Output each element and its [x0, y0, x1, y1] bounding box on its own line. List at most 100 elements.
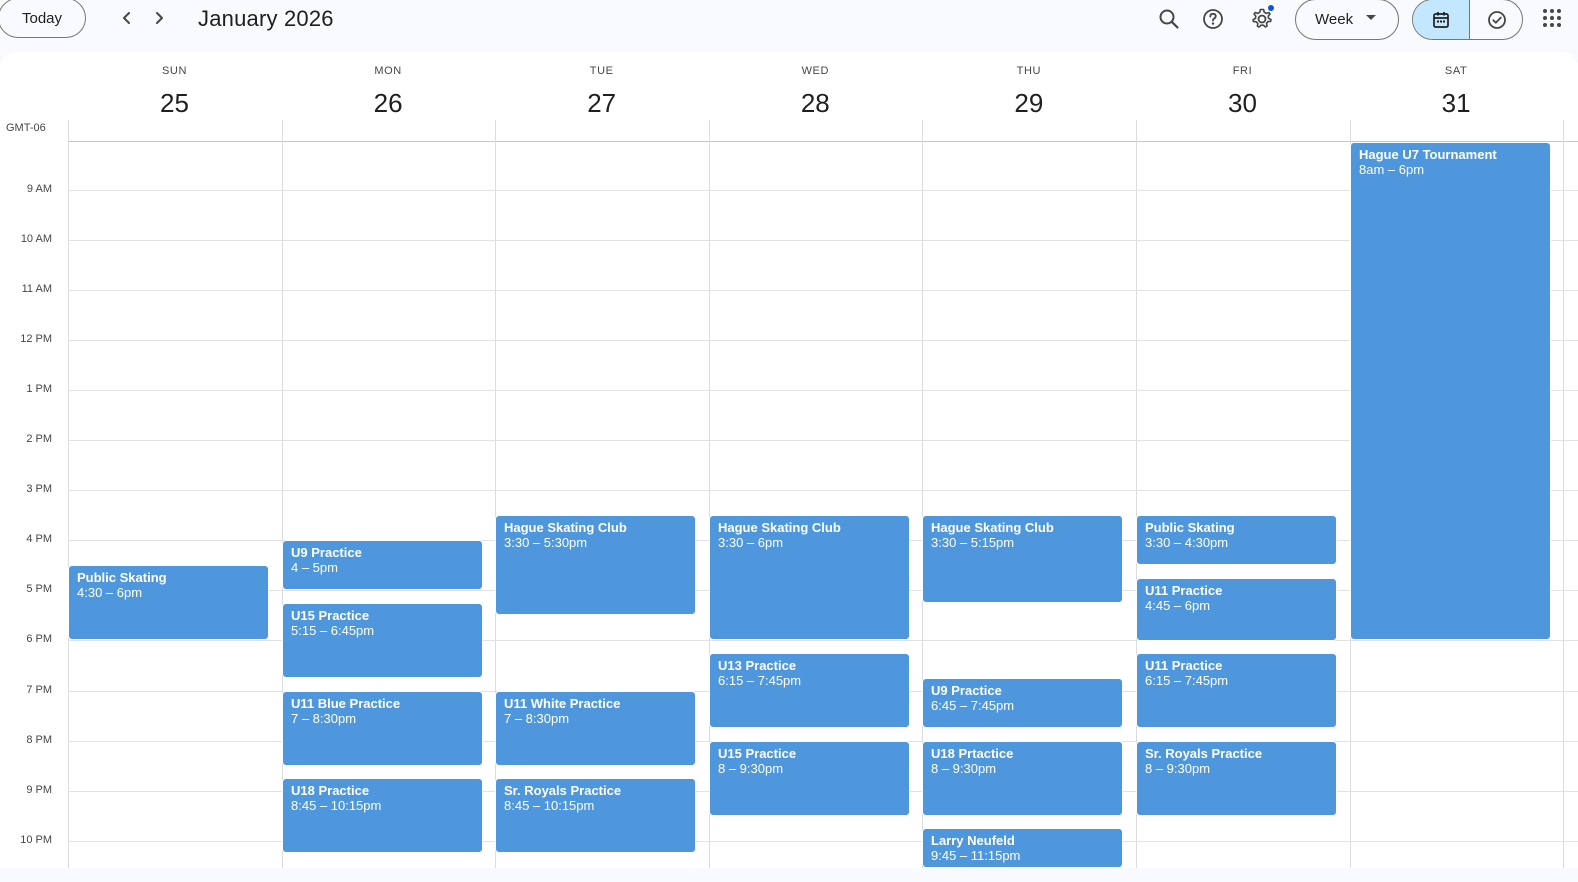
day-of-week-label: SAT: [1444, 65, 1468, 77]
day-number[interactable]: 26: [282, 88, 495, 119]
event-title: U18 Prtactice: [931, 746, 1014, 761]
event-time: 4 – 5pm: [291, 560, 338, 575]
today-button[interactable]: Today: [0, 0, 86, 38]
previous-week-button[interactable]: [113, 4, 141, 32]
day-number[interactable]: 31: [1350, 88, 1563, 119]
event-time: 8 – 9:30pm: [1145, 761, 1211, 776]
event-title: Hague Skating Club: [504, 520, 627, 535]
hour-label: 4 PM: [26, 533, 52, 545]
calendar-event[interactable]: U13 Practice 6:15 – 7:45pm: [709, 653, 910, 728]
help-button[interactable]: [1197, 3, 1229, 35]
calendar-event[interactable]: U11 Blue Practice 7 – 8:30pm: [282, 691, 483, 766]
day-number[interactable]: 25: [68, 88, 281, 119]
hour-label: 9 PM: [26, 784, 52, 796]
event-title: Public Skating: [77, 570, 167, 585]
event-title: U11 Practice: [1145, 658, 1223, 673]
day-header-fri: FRI 30: [1136, 52, 1349, 140]
event-title: Hague Skating Club: [718, 520, 841, 535]
hour-label: 11 AM: [21, 283, 52, 295]
column-divider: [1563, 120, 1564, 868]
day-number[interactable]: 30: [1136, 88, 1349, 119]
event-time: 3:30 – 5:15pm: [931, 535, 1015, 550]
calendar-event[interactable]: Hague Skating Club 3:30 – 5:30pm: [495, 515, 696, 615]
event-time: 3:30 – 5:30pm: [504, 535, 588, 550]
event-time: 8am – 6pm: [1359, 162, 1425, 177]
hour-label: 2 PM: [26, 433, 52, 445]
event-time: 3:30 – 4:30pm: [1145, 535, 1229, 550]
calendar-event[interactable]: U9 Practice 6:45 – 7:45pm: [922, 678, 1123, 728]
tasks-check-icon: [1487, 10, 1506, 29]
hour-label: 7 PM: [26, 684, 52, 696]
day-header-tue: TUE 27: [495, 52, 708, 140]
tasks-view-button[interactable]: [1470, 0, 1522, 39]
apps-grid-icon: [1543, 9, 1561, 27]
event-title: Sr. Royals Practice: [504, 783, 622, 798]
week-calendar-grid: GMT-06 SUN 25 MON 26 TUE 27 WED 28 THU 29 FRI 30 SAT…: [0, 52, 1578, 868]
day-header-sat: SAT 31: [1350, 52, 1563, 140]
hour-label: 1 PM: [26, 383, 52, 395]
event-title: U13 Practice: [718, 658, 797, 673]
calendar-view-button[interactable]: [1413, 0, 1470, 39]
settings-button[interactable]: [1246, 3, 1278, 35]
calendar-event[interactable]: U15 Practice 8 – 9:30pm: [709, 741, 910, 816]
view-select[interactable]: Week: [1295, 0, 1399, 40]
day-number[interactable]: 28: [709, 88, 922, 119]
event-title: U11 Practice: [1145, 583, 1223, 598]
calendar-event[interactable]: U9 Practice 4 – 5pm: [282, 540, 483, 590]
hour-label: 10 AM: [20, 233, 52, 245]
day-header-sun: SUN 25: [68, 52, 281, 140]
calendar-event[interactable]: Hague U7 Tournament 8am – 6pm: [1350, 142, 1551, 640]
event-time: 6:15 – 7:45pm: [1145, 673, 1229, 688]
day-number[interactable]: 29: [922, 88, 1135, 119]
caret-down-icon: [1366, 15, 1376, 20]
calendar-event[interactable]: Sr. Royals Practice 8 – 9:30pm: [1136, 741, 1337, 816]
calendar-event[interactable]: U18 Prtactice 8 – 9:30pm: [922, 741, 1123, 816]
notification-dot: [1268, 5, 1274, 11]
day-of-week-label: SUN: [161, 65, 188, 77]
event-title: Hague U7 Tournament: [1359, 147, 1497, 162]
search-icon: [1159, 9, 1179, 29]
event-time: 9:45 – 11:15pm: [931, 848, 1021, 863]
hour-label: 3 PM: [26, 483, 52, 495]
calendar-event[interactable]: U15 Practice 5:15 – 6:45pm: [282, 603, 483, 678]
calendar-icon: [1433, 11, 1449, 28]
hour-label: 10 PM: [20, 834, 52, 846]
event-time: 4:45 – 6pm: [1145, 598, 1211, 613]
calendar-event[interactable]: Larry Neufeld 9:45 – 11:15pm: [922, 828, 1123, 868]
timezone-label: GMT-06: [6, 122, 46, 134]
day-of-week-label: TUE: [589, 65, 614, 77]
hour-label: 8 PM: [26, 734, 52, 746]
calendar-event[interactable]: U11 Practice 4:45 – 6pm: [1136, 578, 1337, 641]
calendar-event[interactable]: U11 Practice 6:15 – 7:45pm: [1136, 653, 1337, 728]
next-week-button[interactable]: [145, 4, 173, 32]
help-icon: [1203, 9, 1223, 29]
day-number[interactable]: 27: [495, 88, 708, 119]
day-header-wed: WED 28: [709, 52, 922, 140]
view-select-label: Week: [1315, 11, 1354, 28]
event-title: U15 Practice: [718, 746, 797, 761]
event-title: Hague Skating Club: [931, 520, 1054, 535]
event-time: 8:45 – 10:15pm: [291, 798, 382, 813]
event-title: U9 Practice: [291, 545, 362, 560]
event-time: 5:15 – 6:45pm: [291, 623, 375, 638]
event-title: U15 Practice: [291, 608, 370, 623]
calendar-event[interactable]: Sr. Royals Practice 8:45 – 10:15pm: [495, 778, 696, 853]
calendar-event[interactable]: Public Skating 4:30 – 6pm: [68, 565, 269, 640]
calendar-event[interactable]: Hague Skating Club 3:30 – 5:15pm: [922, 515, 1123, 603]
event-title: Sr. Royals Practice: [1145, 746, 1263, 761]
hour-label: 9 AM: [26, 183, 52, 195]
calendar-event[interactable]: Hague Skating Club 3:30 – 6pm: [709, 515, 910, 640]
calendar-event[interactable]: U11 White Practice 7 – 8:30pm: [495, 691, 696, 766]
apps-button[interactable]: [1538, 4, 1566, 32]
event-time: 7 – 8:30pm: [504, 711, 570, 726]
calendar-tasks-toggle: [1412, 0, 1523, 40]
calendar-event[interactable]: U18 Practice 8:45 – 10:15pm: [282, 778, 483, 853]
event-title: Public Skating: [1145, 520, 1235, 535]
search-button[interactable]: [1153, 3, 1185, 35]
hour-label: 6 PM: [26, 633, 52, 645]
calendar-event[interactable]: Public Skating 3:30 – 4:30pm: [1136, 515, 1337, 565]
month-title: January 2026: [198, 6, 334, 31]
hour-label: 5 PM: [26, 583, 52, 595]
day-of-week-label: FRI: [1232, 65, 1253, 77]
event-time: 8:45 – 10:15pm: [504, 798, 595, 813]
